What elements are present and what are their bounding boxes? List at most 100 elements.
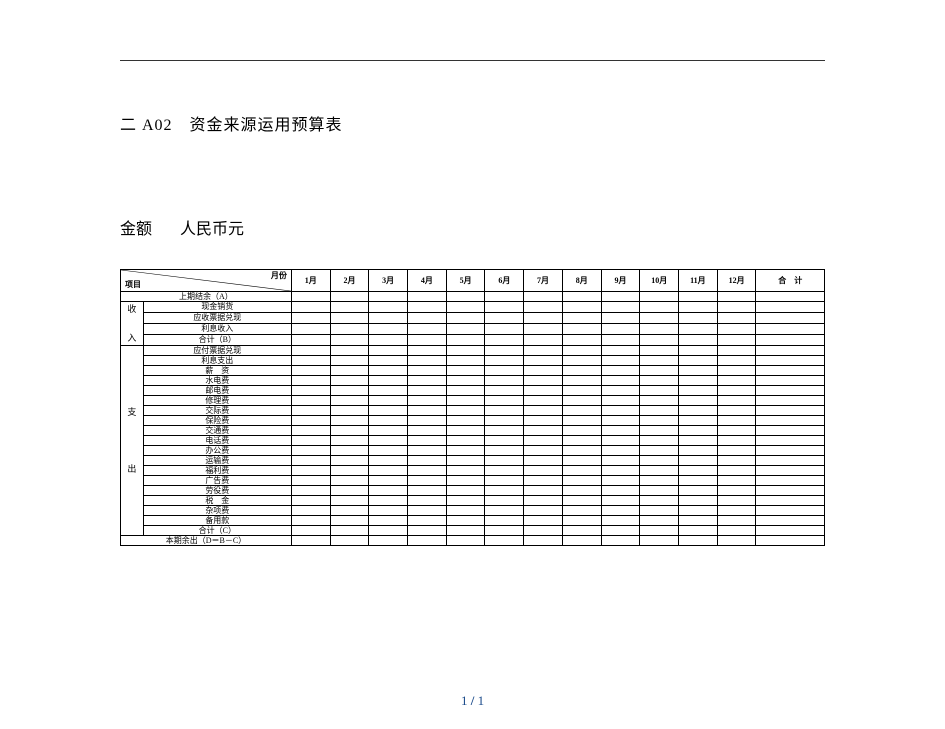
cell [717, 466, 756, 476]
cell [562, 292, 601, 302]
row-label: 薪 资 [143, 366, 291, 376]
cell [562, 506, 601, 516]
cell [330, 376, 369, 386]
col-month: 4月 [408, 270, 447, 292]
cell [756, 506, 825, 516]
cell [640, 456, 679, 466]
cell [330, 302, 369, 313]
cell [485, 324, 524, 335]
cell [330, 526, 369, 536]
cell [562, 302, 601, 313]
row-closing: 本期余出（D＝B－C） [121, 536, 292, 546]
cell [562, 516, 601, 526]
cell [408, 416, 447, 426]
cell [330, 292, 369, 302]
group-expense: 支出 [121, 346, 144, 536]
col-month: 2月 [330, 270, 369, 292]
cell [446, 335, 485, 346]
cell [524, 376, 563, 386]
cell [679, 526, 718, 536]
cell [291, 436, 330, 446]
cell [562, 406, 601, 416]
cell [524, 486, 563, 496]
cell [291, 313, 330, 324]
cell [485, 496, 524, 506]
cell [330, 496, 369, 506]
cell [601, 426, 640, 436]
cell [408, 516, 447, 526]
row-label: 保险费 [143, 416, 291, 426]
cell [562, 416, 601, 426]
cell [291, 292, 330, 302]
cell [640, 406, 679, 416]
cell [369, 313, 408, 324]
cell [717, 386, 756, 396]
cell [446, 356, 485, 366]
cell [524, 366, 563, 376]
cell [524, 426, 563, 436]
cell [562, 426, 601, 436]
cell [524, 496, 563, 506]
cell [717, 324, 756, 335]
cell [601, 416, 640, 426]
cell [408, 426, 447, 436]
budget-table-wrap: 项目月份1月2月3月4月5月6月7月8月9月10月11月12月合 计上期结余（A… [120, 269, 825, 546]
cell [408, 346, 447, 356]
cell [640, 516, 679, 526]
cell [524, 302, 563, 313]
cell [717, 313, 756, 324]
cell [679, 496, 718, 506]
cell [446, 526, 485, 536]
cell [369, 292, 408, 302]
cell [524, 526, 563, 536]
cell [562, 396, 601, 406]
cell [485, 446, 524, 456]
row-label: 杂项费 [143, 506, 291, 516]
cell [524, 446, 563, 456]
cell [408, 356, 447, 366]
cell [601, 335, 640, 346]
top-rule [120, 60, 825, 61]
cell [485, 416, 524, 426]
cell [446, 386, 485, 396]
row-label: 广告费 [143, 476, 291, 486]
cell [679, 376, 718, 386]
cell [524, 516, 563, 526]
cell [291, 386, 330, 396]
cell [640, 466, 679, 476]
cell [446, 506, 485, 516]
cell [485, 436, 524, 446]
cell [679, 446, 718, 456]
corner-right: 月份 [271, 272, 287, 280]
cell [562, 346, 601, 356]
cell [562, 366, 601, 376]
cell [446, 426, 485, 436]
cell [640, 536, 679, 546]
cell [756, 335, 825, 346]
cell [717, 536, 756, 546]
cell [446, 436, 485, 446]
cell [446, 496, 485, 506]
cell [562, 496, 601, 506]
cell [330, 386, 369, 396]
page-number: 1 / 1 [0, 693, 945, 709]
cell [601, 346, 640, 356]
cell [679, 436, 718, 446]
row-label: 福利费 [143, 466, 291, 476]
cell [756, 406, 825, 416]
row-label: 运输费 [143, 456, 291, 466]
row-label: 交通费 [143, 426, 291, 436]
cell [446, 456, 485, 466]
cell [601, 496, 640, 506]
cell [756, 436, 825, 446]
cell [330, 396, 369, 406]
cell [485, 526, 524, 536]
page-title: 二 A02 资金来源运用预算表 [120, 111, 825, 135]
cell [485, 516, 524, 526]
cell [446, 396, 485, 406]
cell [446, 416, 485, 426]
cell [756, 416, 825, 426]
cell [640, 356, 679, 366]
cell [291, 496, 330, 506]
cell [756, 526, 825, 536]
